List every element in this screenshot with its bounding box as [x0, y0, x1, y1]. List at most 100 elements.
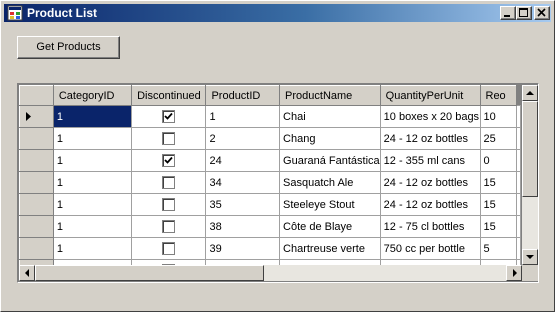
row-header[interactable] [19, 193, 54, 216]
reorder-cell[interactable]: 10 [479, 105, 517, 128]
productname-cell[interactable]: Chang [279, 127, 381, 150]
productname-cell[interactable]: Chartreuse verte [279, 237, 381, 260]
reorder-cell[interactable]: 0 [479, 149, 517, 172]
productname-cell[interactable]: Guaraná Fantástica [279, 149, 381, 172]
row-header[interactable] [19, 171, 54, 194]
title-bar[interactable]: Product List [4, 4, 551, 22]
column-header-quantityperunit[interactable]: QuantityPerUnit [379, 85, 481, 106]
row-header[interactable] [19, 105, 54, 128]
minimize-button[interactable] [500, 6, 516, 20]
categoryid-cell[interactable]: 1 [52, 105, 133, 128]
horizontal-scroll-thumb[interactable] [35, 265, 264, 281]
reorder-cell[interactable]: 15 [479, 193, 517, 216]
maximize-button[interactable] [516, 6, 532, 20]
scroll-right-button[interactable] [506, 265, 522, 281]
vertical-scroll-thumb[interactable] [522, 101, 538, 197]
overflow-cell [516, 127, 521, 150]
app-icon [7, 5, 23, 21]
productid-cell[interactable]: 24 [205, 149, 281, 172]
table-row[interactable]: 1 39 Chartreuse verte 750 cc per bottle 5 [19, 237, 521, 260]
reorder-cell[interactable]: 25 [479, 127, 517, 150]
discontinued-checkbox[interactable] [162, 110, 176, 123]
table-row[interactable]: 1 35 Steeleye Stout 24 - 12 oz bottles 15 [19, 193, 521, 216]
quantityperunit-cell[interactable]: 750 cc per bottle [379, 237, 481, 260]
grid-header-row: CategoryID Discontinued ProductID Produc… [19, 85, 521, 106]
discontinued-cell[interactable] [131, 149, 207, 172]
overflow-cell [516, 171, 521, 194]
table-row[interactable]: 1 38 Côte de Blaye 12 - 75 cl bottles 15 [19, 215, 521, 238]
overflow-cell [516, 105, 521, 128]
productname-cell[interactable]: Sasquatch Ale [279, 171, 381, 194]
categoryid-cell[interactable]: 1 [52, 237, 133, 260]
discontinued-checkbox[interactable] [162, 176, 176, 189]
column-header-productname[interactable]: ProductName [279, 85, 381, 106]
categoryid-cell[interactable]: 1 [52, 149, 133, 172]
scroll-left-button[interactable] [19, 265, 35, 281]
productid-cell[interactable]: 39 [205, 237, 281, 260]
product-data-grid[interactable]: CategoryID Discontinued ProductID Produc… [17, 83, 539, 283]
discontinued-cell[interactable] [131, 105, 207, 128]
overflow-cell [516, 237, 521, 260]
horizontal-scrollbar[interactable] [19, 265, 522, 281]
column-header-discontinued[interactable]: Discontinued [131, 85, 207, 106]
corner-header-cell[interactable] [19, 85, 54, 106]
discontinued-cell[interactable] [131, 127, 207, 150]
productid-cell[interactable]: 34 [205, 171, 281, 194]
column-header-productid[interactable]: ProductID [205, 85, 281, 106]
discontinued-checkbox[interactable] [162, 198, 176, 211]
scroll-up-button[interactable] [522, 85, 538, 101]
row-header[interactable] [19, 149, 54, 172]
checkmark-icon [164, 156, 173, 164]
quantityperunit-cell[interactable]: 10 boxes x 20 bags [379, 105, 481, 128]
table-row[interactable]: 1 34 Sasquatch Ale 24 - 12 oz bottles 15 [19, 171, 521, 194]
reorder-cell[interactable]: 5 [479, 237, 517, 260]
discontinued-checkbox[interactable] [162, 220, 176, 233]
discontinued-checkbox[interactable] [162, 242, 176, 255]
productid-cell[interactable]: 35 [205, 193, 281, 216]
productname-cell[interactable]: Steeleye Stout [279, 193, 381, 216]
row-header[interactable] [19, 215, 54, 238]
reorder-cell[interactable]: 15 [479, 171, 517, 194]
overflow-cell [516, 193, 521, 216]
productname-cell[interactable]: Côte de Blaye [279, 215, 381, 238]
grid-table: CategoryID Discontinued ProductID Produc… [19, 85, 521, 265]
column-header-categoryid[interactable]: CategoryID [52, 85, 133, 106]
discontinued-cell[interactable] [131, 237, 207, 260]
discontinued-cell[interactable] [131, 215, 207, 238]
window-title: Product List [27, 6, 98, 20]
discontinued-cell[interactable] [131, 171, 207, 194]
discontinued-checkbox[interactable] [162, 132, 176, 145]
categoryid-cell[interactable]: 1 [52, 215, 133, 238]
product-list-window: Product List Get Products CategoryID Dis… [0, 0, 555, 312]
table-row[interactable]: 1 1 Chai 10 boxes x 20 bags 10 [19, 105, 521, 128]
grid-viewport: CategoryID Discontinued ProductID Produc… [19, 85, 521, 265]
productname-cell[interactable]: Chai [279, 105, 381, 128]
quantityperunit-cell[interactable]: 24 - 12 oz bottles [379, 171, 481, 194]
categoryid-cell[interactable]: 1 [52, 127, 133, 150]
scrollbar-corner [522, 265, 538, 281]
quantityperunit-cell[interactable]: 24 - 12 oz bottles [379, 193, 481, 216]
checkmark-icon [164, 112, 173, 120]
get-products-button[interactable]: Get Products [17, 36, 120, 59]
reorder-cell[interactable]: 15 [479, 215, 517, 238]
row-header[interactable] [19, 127, 54, 150]
scroll-down-button[interactable] [522, 249, 538, 265]
productid-cell[interactable]: 1 [205, 105, 281, 128]
table-row[interactable]: 1 2 Chang 24 - 12 oz bottles 25 [19, 127, 521, 150]
productid-cell[interactable]: 38 [205, 215, 281, 238]
categoryid-cell[interactable]: 1 [52, 193, 133, 216]
productid-cell[interactable]: 2 [205, 127, 281, 150]
close-button[interactable] [534, 6, 550, 20]
quantityperunit-cell[interactable]: 12 - 355 ml cans [379, 149, 481, 172]
discontinued-checkbox[interactable] [162, 154, 176, 167]
discontinued-cell[interactable] [131, 193, 207, 216]
vertical-scrollbar[interactable] [522, 85, 538, 265]
overflow-cell [516, 149, 521, 172]
quantityperunit-cell[interactable]: 12 - 75 cl bottles [379, 215, 481, 238]
row-header[interactable] [19, 237, 54, 260]
column-header-reorder[interactable]: Reo [479, 85, 517, 106]
categoryid-cell[interactable]: 1 [52, 171, 133, 194]
current-row-arrow-icon [26, 112, 31, 121]
table-row[interactable]: 1 24 Guaraná Fantástica 12 - 355 ml cans 0 [19, 149, 521, 172]
quantityperunit-cell[interactable]: 24 - 12 oz bottles [379, 127, 481, 150]
